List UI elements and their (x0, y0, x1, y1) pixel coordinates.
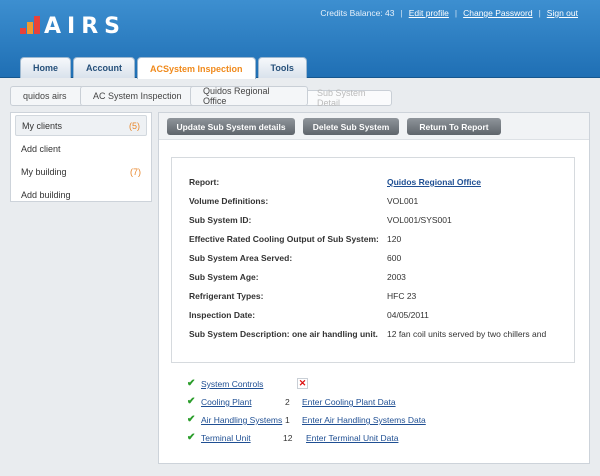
detail-value: 12 fan coil units served by two chillers… (387, 329, 547, 339)
checklist-row: ✔ Air Handling Systems 1 Enter Air Handl… (187, 414, 567, 427)
breadcrumb-item-building[interactable]: Quidos Regional Office (190, 86, 308, 106)
tab-account[interactable]: Account (73, 57, 136, 78)
sidebar: My clients (5) Add client My building (7… (10, 112, 152, 202)
sidebar-item-add-client[interactable]: Add client (15, 138, 147, 159)
tab-acsystem-inspection[interactable]: ACSystem Inspection (137, 57, 256, 79)
detail-label: Sub System Age: (189, 272, 259, 282)
checklist-row: ✔ System Controls ✕ (187, 378, 567, 391)
sidebar-item-label: My building (21, 166, 67, 177)
enter-cooling-plant-link[interactable]: Enter Cooling Plant Data (302, 397, 396, 407)
air-handling-systems-link[interactable]: Air Handling Systems (201, 415, 282, 425)
return-to-report-button[interactable]: Return To Report (407, 118, 501, 135)
detail-label: Effective Rated Cooling Output of Sub Sy… (189, 234, 379, 244)
enter-terminal-unit-link[interactable]: Enter Terminal Unit Data (306, 433, 398, 443)
sidebar-item-count: (5) (129, 120, 140, 131)
logo[interactable]: AIRS (20, 16, 126, 38)
detail-label: Volume Definitions: (189, 196, 269, 206)
change-password-link[interactable]: Change Password (463, 8, 532, 18)
sidebar-item-my-clients[interactable]: My clients (5) (15, 115, 147, 136)
account-links: Credits Balance: 43 | Edit profile | Cha… (320, 8, 584, 18)
credits-balance: Credits Balance: 43 (320, 8, 395, 18)
detail-value: VOL001/SYS001 (387, 215, 452, 225)
report-link[interactable]: Quidos Regional Office (387, 177, 481, 187)
detail-value: VOL001 (387, 196, 419, 206)
detail-label: Inspection Date: (189, 310, 256, 320)
sidebar-item-label: Add client (21, 143, 61, 154)
terminal-unit-link[interactable]: Terminal Unit (201, 433, 251, 443)
logo-text: AIRS (44, 14, 126, 39)
detail-label: Refrigerant Types: (189, 291, 264, 301)
detail-value: Quidos Regional Office (387, 177, 563, 188)
system-controls-link[interactable]: System Controls (201, 379, 263, 389)
check-icon: ✔ (187, 414, 196, 425)
check-icon: ✔ (187, 432, 196, 443)
sidebar-item-my-building[interactable]: My building (7) (15, 161, 147, 182)
main-panel: Update Sub System details Delete Sub Sys… (158, 112, 590, 464)
detail-value: 04/05/2011 (387, 310, 429, 320)
check-icon: ✔ (187, 396, 196, 407)
sub-system-details: Report: Quidos Regional Office Volume De… (171, 157, 575, 363)
enter-air-handling-link[interactable]: Enter Air Handling Systems Data (302, 415, 426, 425)
detail-value: 2003 (387, 272, 406, 282)
tab-home[interactable]: Home (20, 57, 72, 78)
checklist-row: ✔ Cooling Plant 2 Enter Cooling Plant Da… (187, 396, 567, 409)
edit-profile-link[interactable]: Edit profile (409, 8, 449, 18)
check-icon: ✔ (187, 378, 196, 389)
delete-sub-system-button[interactable]: Delete Sub System (303, 118, 399, 135)
terminal-unit-count: 12 (283, 433, 293, 443)
breadcrumb-item-home[interactable]: quidos airs (10, 86, 84, 106)
breadcrumb-item-current: Sub System Detail (304, 88, 392, 108)
cooling-plant-count: 2 (285, 397, 290, 407)
detail-label: Sub System Description: one air handling… (189, 329, 378, 339)
sidebar-item-label: Add building (21, 189, 71, 200)
detail-label: Sub System ID: (189, 215, 252, 225)
tab-tools[interactable]: Tools (257, 57, 307, 78)
breadcrumb: Sub System Detail quidos airs AC System … (10, 86, 590, 108)
sidebar-item-count: (7) (130, 166, 141, 177)
sidebar-item-label: My clients (22, 120, 63, 131)
detail-value: HFC 23 (387, 291, 417, 301)
logo-mark-icon (20, 16, 40, 38)
link-separator: | (400, 8, 403, 18)
air-handling-systems-count: 1 (285, 415, 290, 425)
checklist-row: ✔ Terminal Unit 12 Enter Terminal Unit D… (187, 432, 567, 445)
breadcrumb-item-ac-system-inspection[interactable]: AC System Inspection (80, 86, 196, 106)
detail-label: Sub System Area Served: (189, 253, 293, 263)
link-separator: | (538, 8, 541, 18)
main-nav: Home Account ACSystem Inspection Tools (20, 57, 309, 79)
sidebar-item-add-building[interactable]: Add building (15, 184, 147, 205)
app-header: AIRS Credits Balance: 43 | Edit profile … (0, 0, 600, 79)
detail-value: 600 (387, 253, 402, 263)
link-separator: | (454, 8, 458, 18)
sign-out-link[interactable]: Sign out (547, 8, 578, 18)
action-toolbar: Update Sub System details Delete Sub Sys… (159, 113, 589, 140)
close-icon[interactable]: ✕ (297, 378, 308, 389)
update-sub-system-button[interactable]: Update Sub System details (167, 118, 295, 135)
cooling-plant-link[interactable]: Cooling Plant (201, 397, 252, 407)
detail-label: Report: (189, 177, 220, 187)
detail-value: 120 (387, 234, 402, 244)
